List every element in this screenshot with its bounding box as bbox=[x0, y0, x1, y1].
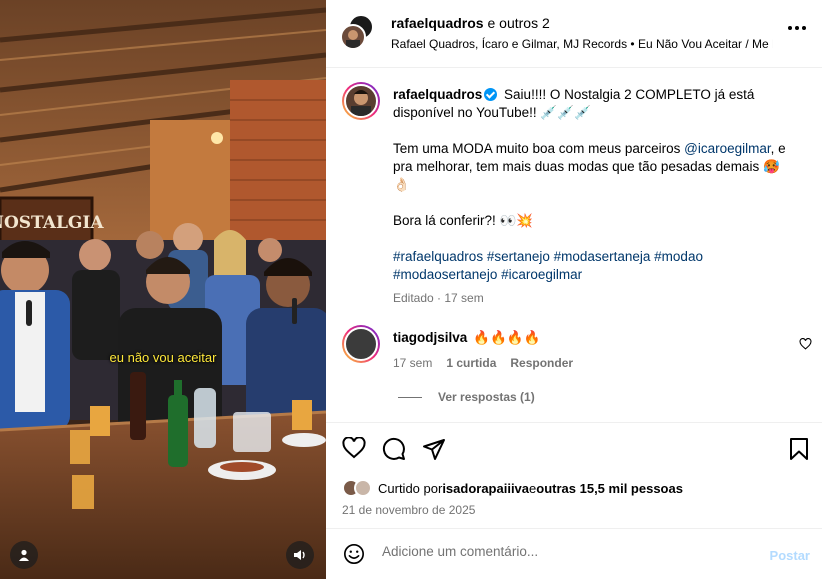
comment-username[interactable]: tiagodjsilva bbox=[393, 330, 467, 345]
verified-badge-icon bbox=[484, 88, 498, 101]
likes-others[interactable]: outras 15,5 mil pessoas bbox=[536, 481, 683, 496]
post-actions: Curtido por isadorapaiiiva e outras 15,5… bbox=[326, 422, 822, 528]
comment-time: 17 sem bbox=[393, 356, 433, 370]
author-username[interactable]: rafaelquadros bbox=[391, 15, 484, 31]
more-options-icon[interactable] bbox=[788, 26, 806, 30]
liker-avatar bbox=[354, 479, 372, 497]
liker-username[interactable]: isadorapaiiiva bbox=[442, 481, 529, 496]
caption-line-2a: Tem uma MODA muito boa com meus parceiro… bbox=[393, 141, 685, 156]
heart-icon[interactable] bbox=[342, 437, 366, 459]
comment-text: tiagodjsilva 🔥🔥🔥🔥 bbox=[393, 330, 541, 346]
post-video[interactable]: NOSTALGIA bbox=[0, 0, 326, 579]
comment-like-heart-icon[interactable] bbox=[799, 338, 812, 350]
caption-username[interactable]: rafaelquadros bbox=[393, 87, 482, 102]
caption-text: rafaelquadros Saiu!!!! O Nostalgia 2 COM… bbox=[393, 86, 793, 284]
post-date: 21 de novembro de 2025 bbox=[342, 503, 476, 517]
likes-prefix: Curtido por bbox=[378, 480, 443, 496]
post-button[interactable]: Postar bbox=[770, 548, 810, 563]
author-avatar[interactable] bbox=[340, 24, 366, 50]
comment-meta: 17 sem 1 curtida Responder bbox=[393, 356, 573, 370]
user-icon bbox=[19, 549, 29, 561]
add-comment-bar: Postar bbox=[326, 528, 822, 579]
hashtags[interactable]: #rafaelquadros #sertanejo #modasertaneja… bbox=[393, 248, 793, 284]
replies-divider bbox=[398, 396, 422, 398]
sign-text: NOSTALGIA bbox=[0, 213, 104, 233]
post-details-panel: rafaelquadros e outros 2 Rafael Quadros,… bbox=[326, 0, 822, 579]
comment-body: 🔥🔥🔥🔥 bbox=[473, 330, 541, 345]
share-icon[interactable] bbox=[422, 437, 446, 461]
edited-timestamp: Editado · 17 sem bbox=[393, 291, 484, 305]
sound-toggle-button[interactable] bbox=[286, 541, 314, 569]
caption-area: rafaelquadros Saiu!!!! O Nostalgia 2 COM… bbox=[326, 69, 822, 421]
volume-icon bbox=[294, 550, 305, 560]
likes-summary[interactable]: Curtido por isadorapaiiiva e outras 15,5… bbox=[342, 479, 683, 497]
comment-icon[interactable] bbox=[382, 437, 406, 461]
video-subtitle: eu não vou aceitar bbox=[109, 350, 217, 365]
emoji-icon[interactable] bbox=[343, 543, 365, 565]
view-replies-label[interactable]: Ver respostas (1) bbox=[438, 390, 535, 404]
tagged-users-button[interactable] bbox=[10, 541, 38, 569]
reply-button[interactable]: Responder bbox=[510, 356, 573, 370]
comment-input[interactable] bbox=[382, 544, 752, 559]
mention-link[interactable]: @icaroegilmar bbox=[684, 141, 770, 156]
and-others-text[interactable]: e outros 2 bbox=[487, 15, 549, 31]
comment-item: tiagodjsilva 🔥🔥🔥🔥 17 sem 1 curtida Respon… bbox=[326, 325, 822, 415]
post-authors[interactable]: rafaelquadros e outros 2 bbox=[391, 15, 550, 31]
view-replies-button[interactable]: Ver respostas (1) bbox=[398, 390, 535, 404]
caption-line-3: Bora lá conferir?! 👀💥 bbox=[393, 213, 534, 228]
bookmark-icon[interactable] bbox=[788, 437, 810, 461]
video-frame: NOSTALGIA bbox=[0, 0, 326, 579]
post-audio-credits[interactable]: Rafael Quadros, Ícaro e Gilmar, MJ Recor… bbox=[391, 37, 773, 51]
caption-avatar[interactable] bbox=[342, 82, 380, 120]
likes-middle: e bbox=[529, 480, 537, 496]
post-header: rafaelquadros e outros 2 Rafael Quadros,… bbox=[326, 0, 822, 68]
commenter-avatar[interactable] bbox=[342, 325, 380, 363]
comment-likes[interactable]: 1 curtida bbox=[446, 356, 496, 370]
